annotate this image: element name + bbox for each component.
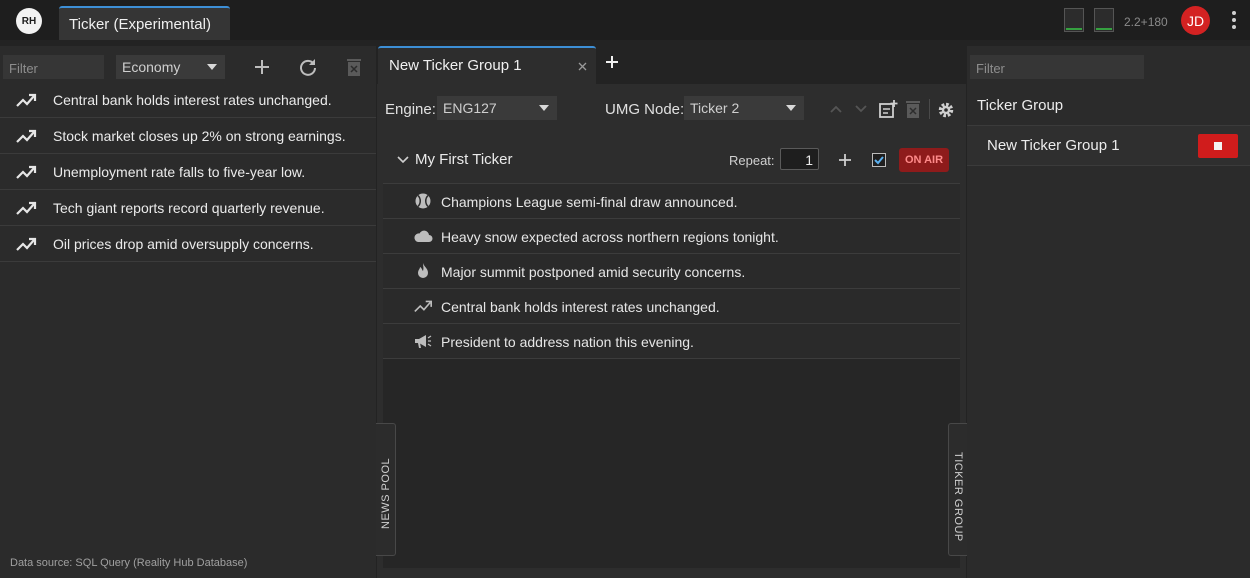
engine-meter-icon: [1064, 8, 1084, 32]
tab-ticker-experimental[interactable]: Ticker (Experimental): [59, 6, 230, 40]
trending-up-icon: [16, 93, 37, 107]
stop-button[interactable]: [1198, 134, 1238, 158]
repeat-label: Repeat:: [729, 153, 775, 168]
ticker-group-heading: Ticker Group: [977, 97, 1064, 114]
category-select[interactable]: Economy: [116, 55, 225, 79]
ticker-item[interactable]: President to address nation this evening…: [383, 324, 960, 359]
ticker-header: My First Ticker Repeat: 1 ON AIR: [383, 136, 960, 184]
ticker-group-side-tab-label: TICKER GROUP: [952, 452, 964, 542]
refresh-icon[interactable]: [298, 57, 318, 77]
ticker-group-side-tab[interactable]: TICKER GROUP: [948, 423, 967, 556]
news-item[interactable]: Stock market closes up 2% on strong earn…: [0, 118, 376, 154]
news-item-text: Unemployment rate falls to five-year low…: [53, 164, 306, 180]
trending-up-icon: [16, 165, 37, 179]
news-item-text: Oil prices drop amid oversupply concerns…: [53, 236, 314, 252]
engine-label: Engine:: [385, 101, 436, 118]
ticker-enabled-checkbox[interactable]: [872, 153, 886, 167]
news-item[interactable]: Unemployment rate falls to five-year low…: [0, 154, 376, 190]
ticker-item[interactable]: Champions League semi-final draw announc…: [383, 184, 960, 219]
move-down-icon[interactable]: [854, 104, 868, 114]
more-menu-icon[interactable]: [1228, 10, 1240, 30]
ticker-group-header: Ticker Group: [967, 86, 1250, 126]
chevron-down-icon[interactable]: [397, 156, 409, 164]
ticker-item-text: Heavy snow expected across northern regi…: [441, 229, 779, 245]
add-ticker-icon[interactable]: [878, 99, 898, 119]
umg-node-label: UMG Node:: [605, 101, 685, 118]
ticker-item-text: Champions League semi-final draw announc…: [441, 194, 738, 210]
version-label: 2.2+180: [1124, 15, 1168, 29]
ticker-group-item[interactable]: New Ticker Group 1: [967, 126, 1250, 166]
tab-label: New Ticker Group 1: [389, 57, 522, 74]
news-filter-input[interactable]: Filter: [3, 55, 104, 79]
ticker-name[interactable]: My First Ticker: [415, 151, 513, 168]
ticker-item-text: President to address nation this evening…: [441, 334, 694, 350]
on-air-button[interactable]: ON AIR: [899, 148, 949, 172]
trending-up-icon: [16, 237, 37, 251]
umg-node-select-value: Ticker 2: [690, 100, 740, 116]
ticker-group-filter-input[interactable]: Filter: [970, 55, 1144, 79]
megaphone-icon: [415, 335, 432, 348]
news-pool-side-tab[interactable]: NEWS POOL: [376, 423, 396, 556]
delete-ticker-icon[interactable]: [905, 99, 921, 119]
fire-icon: [418, 263, 428, 278]
umg-node-select[interactable]: Ticker 2: [684, 96, 804, 120]
news-item[interactable]: Tech giant reports record quarterly reve…: [0, 190, 376, 226]
stop-icon: [1214, 142, 1222, 150]
add-item-icon[interactable]: [838, 153, 852, 167]
chevron-down-icon: [539, 105, 549, 111]
add-tab-icon[interactable]: [605, 55, 619, 69]
engine-select-value: ENG127: [443, 100, 497, 116]
chevron-down-icon: [786, 105, 796, 111]
category-select-value: Economy: [122, 59, 181, 75]
delete-icon[interactable]: [345, 57, 363, 77]
user-avatar[interactable]: JD: [1181, 6, 1210, 35]
chevron-down-icon: [207, 64, 217, 70]
trending-up-icon: [16, 129, 37, 143]
news-item-text: Central bank holds interest rates unchan…: [53, 92, 332, 108]
engine-meter-icon: [1094, 8, 1114, 32]
trending-up-icon: [16, 201, 37, 215]
sports-ball-icon: [415, 193, 431, 209]
news-item[interactable]: Oil prices drop amid oversupply concerns…: [0, 226, 376, 262]
ticker-group-item-name: New Ticker Group 1: [987, 137, 1120, 154]
ticker-item[interactable]: Central bank holds interest rates unchan…: [383, 289, 960, 324]
repeat-input[interactable]: 1: [780, 148, 819, 170]
toolbar-divider: [929, 99, 930, 119]
cloud-icon: [414, 230, 433, 242]
ticker-item-text: Central bank holds interest rates unchan…: [441, 299, 720, 315]
news-item-text: Stock market closes up 2% on strong earn…: [53, 128, 346, 144]
data-source-label: Data source: SQL Query (Reality Hub Data…: [10, 557, 248, 569]
trending-up-icon: [414, 300, 432, 313]
app-logo[interactable]: RH: [16, 8, 42, 34]
news-pool-side-tab-label: NEWS POOL: [380, 457, 392, 529]
ticker-item[interactable]: Major summit postponed amid security con…: [383, 254, 960, 289]
news-item-text: Tech giant reports record quarterly reve…: [53, 200, 325, 216]
move-up-icon[interactable]: [829, 104, 843, 114]
ticker-item-text: Major summit postponed amid security con…: [441, 264, 746, 280]
news-item[interactable]: Central bank holds interest rates unchan…: [0, 82, 376, 118]
close-icon[interactable]: [578, 62, 587, 71]
ticker-item[interactable]: Heavy snow expected across northern regi…: [383, 219, 960, 254]
tab-new-ticker-group-1[interactable]: New Ticker Group 1: [378, 46, 596, 84]
engine-select[interactable]: ENG127: [437, 96, 557, 120]
add-news-icon[interactable]: [252, 57, 272, 77]
checkmark-icon: [874, 156, 884, 165]
settings-icon[interactable]: [937, 101, 955, 119]
